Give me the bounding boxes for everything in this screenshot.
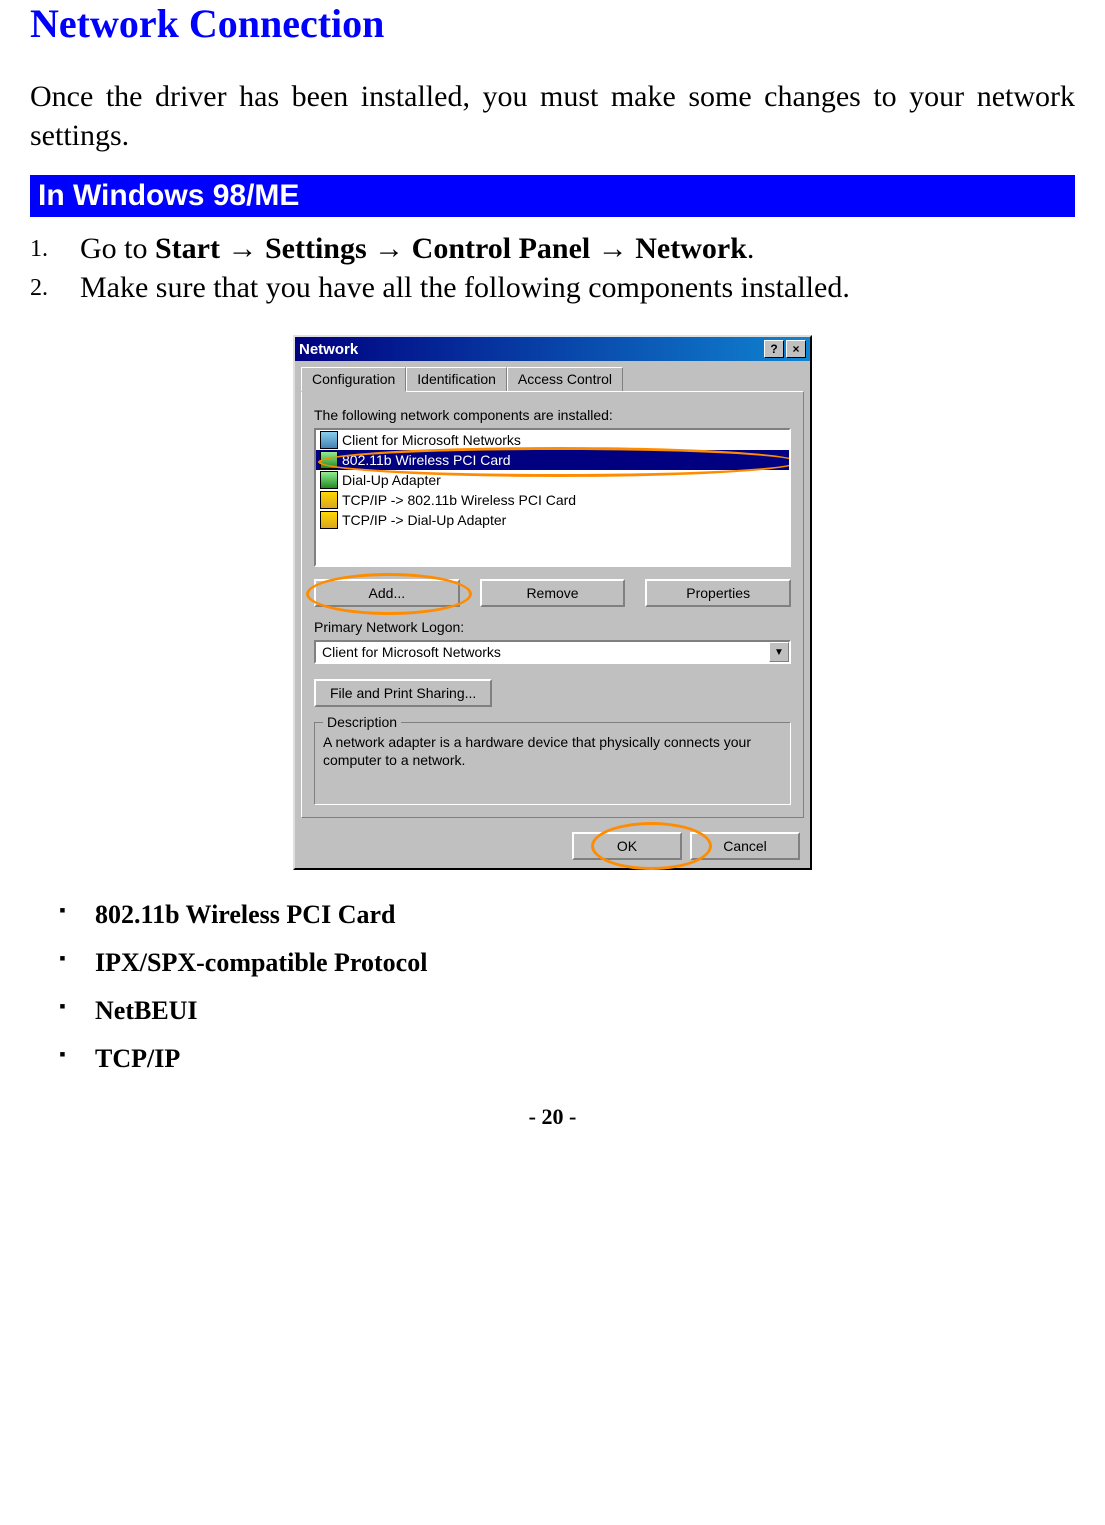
list-item[interactable]: Client for Microsoft Networks xyxy=(316,430,789,450)
chevron-down-icon: ▼ xyxy=(769,642,789,662)
step-1: 1. Go to Start → Settings → Control Pane… xyxy=(30,232,1075,266)
add-button[interactable]: Add... xyxy=(314,579,460,607)
dropdown-value: Client for Microsoft Networks xyxy=(316,642,769,662)
highlight-annotation xyxy=(591,822,712,870)
list-item[interactable]: TCP/IP -> Dial-Up Adapter xyxy=(316,510,789,530)
adapter-icon xyxy=(320,451,338,469)
description-text: A network adapter is a hardware device t… xyxy=(323,731,782,769)
list-item-label: Client for Microsoft Networks xyxy=(342,432,521,448)
list-item[interactable]: Dial-Up Adapter xyxy=(316,470,789,490)
bullet-item: ▪ IPX/SPX-compatible Protocol xyxy=(30,948,1075,978)
dialog-titlebar: Network ? × xyxy=(295,337,810,361)
bullet-marker: ▪ xyxy=(30,996,95,1026)
bullet-item: ▪ 802.11b Wireless PCI Card xyxy=(30,900,1075,930)
step-text: Go to xyxy=(80,232,155,265)
adapter-icon xyxy=(320,471,338,489)
bullet-marker: ▪ xyxy=(30,1044,95,1074)
description-group: Description A network adapter is a hardw… xyxy=(314,722,791,805)
bullet-marker: ▪ xyxy=(30,948,95,978)
properties-button[interactable]: Properties xyxy=(645,579,791,607)
step-text: Make sure that you have all the followin… xyxy=(80,271,1075,305)
remove-button[interactable]: Remove xyxy=(480,579,626,607)
page-number: - 20 - xyxy=(30,1104,1075,1130)
tab-configuration[interactable]: Configuration xyxy=(301,367,406,392)
client-icon xyxy=(320,431,338,449)
help-button[interactable]: ? xyxy=(764,340,784,358)
bullet-item: ▪ NetBEUI xyxy=(30,996,1075,1026)
components-label: The following network components are ins… xyxy=(314,407,791,423)
protocol-icon xyxy=(320,491,338,509)
file-print-sharing-button[interactable]: File and Print Sharing... xyxy=(314,679,492,707)
close-button[interactable]: × xyxy=(786,340,806,358)
list-item-label: TCP/IP -> Dial-Up Adapter xyxy=(342,512,506,528)
list-item-label: TCP/IP -> 802.11b Wireless PCI Card xyxy=(342,492,576,508)
step-2: 2. Make sure that you have all the follo… xyxy=(30,271,1075,305)
step-number: 1. xyxy=(30,232,80,266)
bullet-text: 802.11b Wireless PCI Card xyxy=(95,900,395,930)
bullet-text: TCP/IP xyxy=(95,1044,180,1074)
logon-dropdown[interactable]: Client for Microsoft Networks ▼ xyxy=(314,640,791,664)
list-item[interactable]: TCP/IP -> 802.11b Wireless PCI Card xyxy=(316,490,789,510)
dialog-title: Network xyxy=(299,341,358,358)
step-suffix: . xyxy=(747,232,755,265)
intro-paragraph: Once the driver has been installed, you … xyxy=(30,77,1075,155)
group-label: Description xyxy=(323,714,401,730)
bullet-text: IPX/SPX-compatible Protocol xyxy=(95,948,427,978)
protocol-icon xyxy=(320,511,338,529)
section-heading: In Windows 98/ME xyxy=(30,175,1075,217)
nav-path: Start → Settings → Control Panel → Netwo… xyxy=(155,232,747,265)
tab-identification[interactable]: Identification xyxy=(406,367,507,391)
bullet-text: NetBEUI xyxy=(95,996,198,1026)
components-listbox[interactable]: Client for Microsoft Networks 802.11b Wi… xyxy=(314,428,791,567)
logon-label: Primary Network Logon: xyxy=(314,619,791,635)
list-item-label: Dial-Up Adapter xyxy=(342,472,441,488)
list-item-label: 802.11b Wireless PCI Card xyxy=(342,452,511,468)
bullet-marker: ▪ xyxy=(30,900,95,930)
page-title: Network Connection xyxy=(30,0,1075,47)
list-item-selected[interactable]: 802.11b Wireless PCI Card xyxy=(316,450,789,470)
bullet-item: ▪ TCP/IP xyxy=(30,1044,1075,1074)
network-dialog: Network ? × Configuration Identification… xyxy=(293,335,812,870)
tab-access-control[interactable]: Access Control xyxy=(507,367,623,391)
step-number: 2. xyxy=(30,271,80,305)
